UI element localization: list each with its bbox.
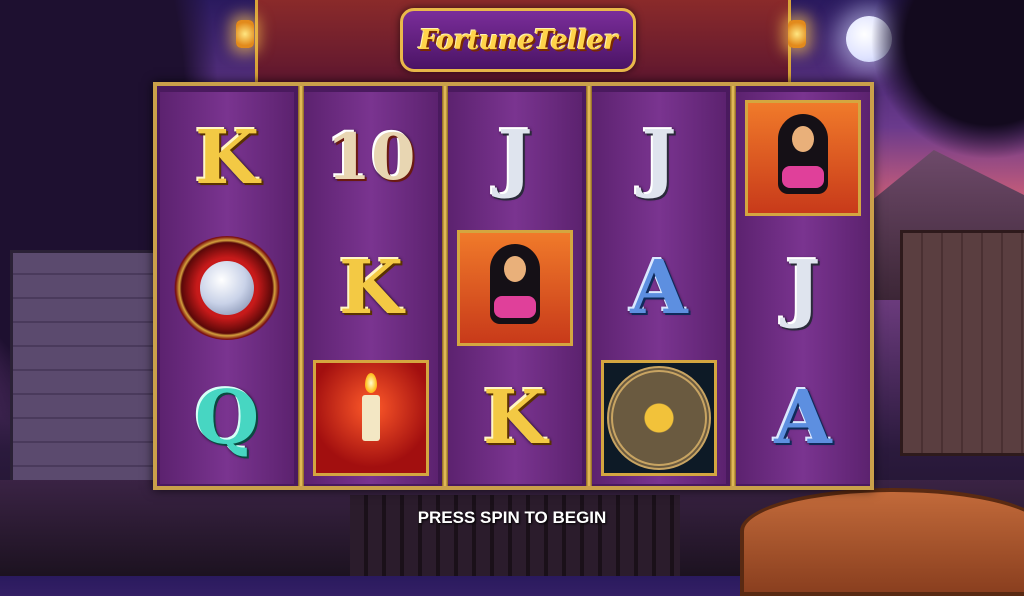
symbol-zodiac-wheel	[601, 360, 717, 476]
symbol-K: K	[313, 230, 429, 346]
fortune-teller-icon	[768, 108, 838, 208]
symbol-label: Q	[194, 375, 260, 461]
reel-1: KQ	[160, 92, 294, 484]
game-logo-text: FortuneTeller	[418, 24, 618, 56]
game-logo: FortuneTeller	[400, 8, 636, 72]
zodiac-wheel-icon	[607, 366, 711, 470]
lantern-icon	[236, 20, 254, 48]
reel-frame: K Q 10 K J K J A J A	[153, 82, 874, 490]
lantern-icon	[788, 20, 806, 48]
symbol-label: 10	[326, 120, 416, 195]
reel-4: JA	[592, 92, 726, 484]
reel-2: 10 K	[304, 92, 438, 484]
symbol-fortune-teller	[745, 100, 861, 216]
wagon-right	[900, 230, 1024, 456]
symbol-10: 10	[313, 100, 429, 216]
symbol-J: J	[601, 100, 717, 216]
symbol-fortune-teller	[457, 230, 573, 346]
symbol-label: J	[497, 115, 533, 201]
candle-icon	[362, 373, 380, 441]
symbol-label: A	[630, 245, 688, 331]
reel-divider	[586, 86, 592, 486]
symbol-label: K	[194, 115, 260, 201]
crystal-ball-icon	[172, 236, 282, 340]
symbol-label: J	[641, 115, 677, 201]
symbol-J: J	[745, 230, 861, 346]
reel-3: JK	[448, 92, 582, 484]
reel-5: JA	[736, 92, 870, 484]
symbol-crystal-ball	[169, 230, 285, 346]
symbol-K: K	[457, 360, 573, 476]
reel-divider	[730, 86, 736, 486]
symbol-J: J	[457, 100, 573, 216]
symbol-A: A	[601, 230, 717, 346]
symbol-label: K	[482, 375, 548, 461]
symbol-K: K	[169, 100, 285, 216]
symbol-candle	[313, 360, 429, 476]
symbol-Q: Q	[169, 360, 285, 476]
symbol-label: A	[774, 375, 832, 461]
barrel	[740, 488, 1024, 596]
tree-silhouette-right	[870, 0, 1024, 160]
status-message: PRESS SPIN TO BEGIN	[417, 508, 607, 527]
symbol-A: A	[745, 360, 861, 476]
symbol-label: K	[338, 245, 404, 331]
wooden-crate	[10, 250, 166, 516]
fortune-teller-icon	[480, 238, 550, 338]
reel-divider	[442, 86, 448, 486]
symbol-label: J	[785, 245, 821, 331]
reel-divider	[298, 86, 304, 486]
